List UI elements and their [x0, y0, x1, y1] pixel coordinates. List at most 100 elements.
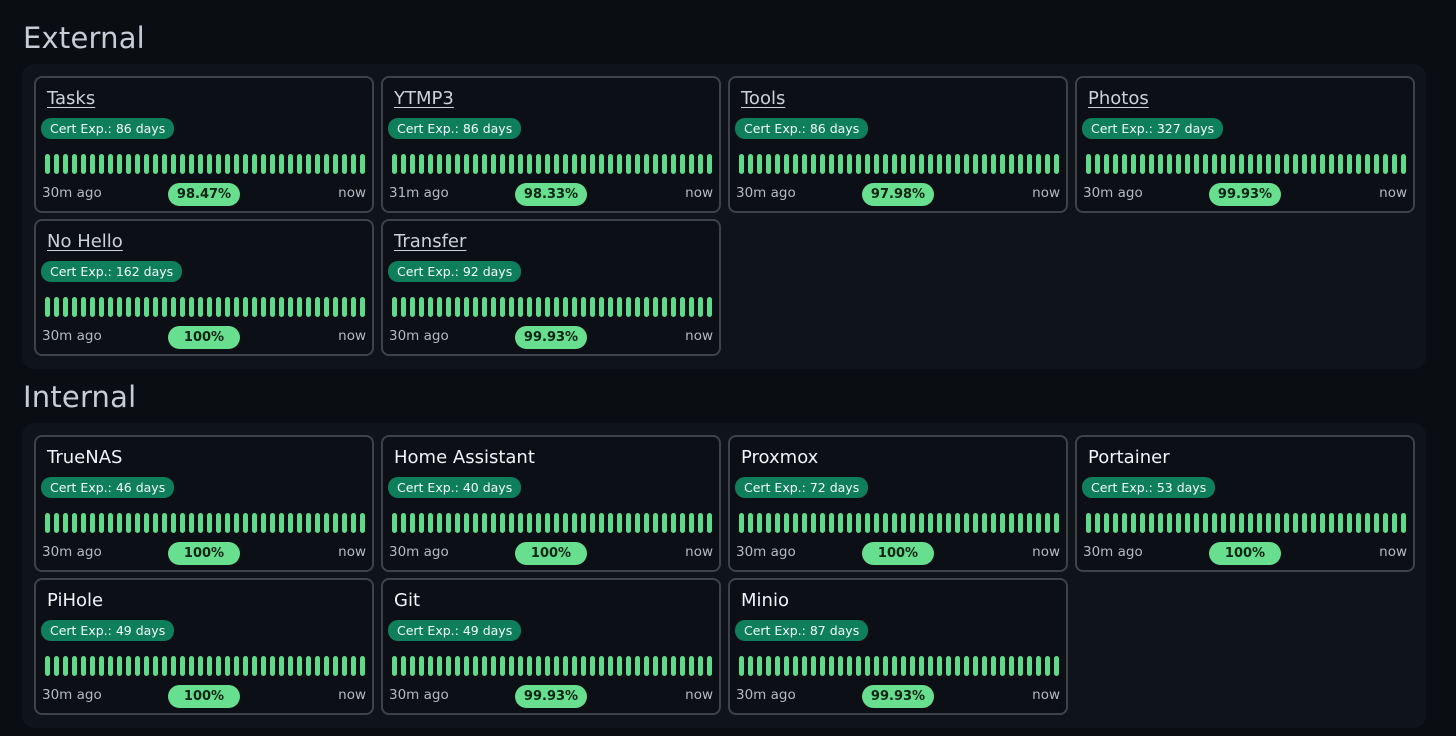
- heartbeat-bar: [198, 297, 203, 317]
- heartbeat-bar: [635, 154, 640, 174]
- heartbeat-bar: [1383, 513, 1388, 533]
- monitor-card-ytmp3[interactable]: YTMP3 Cert Exp.: 86 days 31m ago 98.33% …: [381, 76, 721, 213]
- monitor-link[interactable]: Transfer: [394, 231, 466, 252]
- monitor-card-home-assistant[interactable]: Home Assistant Cert Exp.: 40 days 30m ag…: [381, 435, 721, 572]
- heartbeat-bar: [216, 656, 221, 676]
- heartbeat-bar: [252, 656, 257, 676]
- cert-expiry-badge: Cert Exp.: 49 days: [41, 620, 175, 641]
- heartbeat-bar: [315, 656, 320, 676]
- heartbeat-bar: [54, 513, 59, 533]
- heartbeat-bar: [1045, 154, 1050, 174]
- heartbeat-bar: [1113, 154, 1118, 174]
- heartbeat-bar: [1009, 154, 1014, 174]
- heartbeat-bar: [1122, 154, 1127, 174]
- cert-expiry-badge: Cert Exp.: 86 days: [388, 118, 522, 139]
- monitor-link[interactable]: YTMP3: [394, 88, 454, 109]
- heartbeat-bar: [838, 513, 843, 533]
- heartbeat-bar: [856, 513, 861, 533]
- heartbeat-bar: [775, 154, 780, 174]
- monitor-link[interactable]: Tools: [741, 88, 785, 109]
- monitor-card-truenas[interactable]: TrueNAS Cert Exp.: 46 days 30m ago 100% …: [34, 435, 374, 572]
- heartbeat-bar: [635, 513, 640, 533]
- monitor-name: TrueNAS: [47, 447, 123, 468]
- monitor-card-photos[interactable]: Photos Cert Exp.: 327 days 30m ago 99.93…: [1075, 76, 1415, 213]
- heartbeat-bar: [874, 513, 879, 533]
- monitor-card-portainer[interactable]: Portainer Cert Exp.: 53 days 30m ago 100…: [1075, 435, 1415, 572]
- heartbeat-bar: [757, 656, 762, 676]
- heartbeat-bar: [351, 513, 356, 533]
- heartbeat-bar: [847, 656, 852, 676]
- heartbeat-bar: [464, 656, 469, 676]
- heartbeat-bar: [437, 297, 442, 317]
- heartbeat-bar: [847, 154, 852, 174]
- heartbeat-bar: [910, 154, 915, 174]
- start-time-label: 30m ago: [389, 328, 449, 344]
- heartbeat-bar: [1086, 154, 1091, 174]
- heartbeat-bar: [342, 656, 347, 676]
- heartbeat-bar: [563, 513, 568, 533]
- heartbeat-bar: [189, 656, 194, 676]
- heartbeat-bar: [883, 154, 888, 174]
- heartbeat-bar: [500, 656, 505, 676]
- uptime-percent-pill: 98.47%: [168, 183, 240, 206]
- heartbeat-bar: [1329, 513, 1334, 533]
- internal-panel: TrueNAS Cert Exp.: 46 days 30m ago 100% …: [22, 423, 1426, 728]
- heartbeat-bar: [324, 656, 329, 676]
- heartbeat-bar: [1338, 154, 1343, 174]
- heartbeat-bar: [572, 154, 577, 174]
- monitor-card-transfer[interactable]: Transfer Cert Exp.: 92 days 30m ago 99.9…: [381, 219, 721, 356]
- heartbeat-bar: [306, 297, 311, 317]
- monitor-card-minio[interactable]: Minio Cert Exp.: 87 days 30m ago 99.93% …: [728, 578, 1068, 715]
- heartbeat-bar: [189, 154, 194, 174]
- heartbeat-bar: [1212, 513, 1217, 533]
- heartbeat-bar: [279, 154, 284, 174]
- heartbeat-bar: [401, 154, 406, 174]
- heartbeat-bar: [545, 297, 550, 317]
- monitor-name: Proxmox: [741, 447, 819, 468]
- heartbeat-bar: [234, 513, 239, 533]
- heartbeat-bar: [234, 154, 239, 174]
- heartbeat-bar: [410, 154, 415, 174]
- heartbeat-bar: [964, 154, 969, 174]
- monitor-card-proxmox[interactable]: Proxmox Cert Exp.: 72 days 30m ago 100% …: [728, 435, 1068, 572]
- start-time-label: 31m ago: [389, 185, 449, 201]
- monitor-card-git[interactable]: Git Cert Exp.: 49 days 30m ago 99.93% no…: [381, 578, 721, 715]
- heartbeat-bar: [635, 656, 640, 676]
- end-time-label: now: [1379, 544, 1407, 560]
- heartbeat-bar: [455, 297, 460, 317]
- heartbeat-bar: [108, 154, 113, 174]
- monitor-card-pihole[interactable]: PiHole Cert Exp.: 49 days 30m ago 100% n…: [34, 578, 374, 715]
- heartbeat-bar: [333, 656, 338, 676]
- heartbeat-bar: [473, 656, 478, 676]
- heartbeat-bar: [135, 513, 140, 533]
- heartbeat-bar: [81, 297, 86, 317]
- heartbeat-bar: [351, 297, 356, 317]
- heartbeat-bar: [829, 656, 834, 676]
- heartbeat-bar: [243, 513, 248, 533]
- heartbeat-bar: [1284, 513, 1289, 533]
- heartbeat-bar: [1203, 513, 1208, 533]
- heartbeat-bar: [207, 154, 212, 174]
- monitor-link[interactable]: Photos: [1088, 88, 1149, 109]
- uptime-bars: [45, 513, 365, 533]
- heartbeat-bar: [653, 513, 658, 533]
- heartbeat-bar: [698, 656, 703, 676]
- heartbeat-bar: [1185, 154, 1190, 174]
- heartbeat-bar: [937, 154, 942, 174]
- heartbeat-bar: [563, 154, 568, 174]
- heartbeat-bar: [288, 297, 293, 317]
- monitor-card-tasks[interactable]: Tasks Cert Exp.: 86 days 30m ago 98.47% …: [34, 76, 374, 213]
- heartbeat-bar: [1036, 656, 1041, 676]
- monitor-card-tools[interactable]: Tools Cert Exp.: 86 days 30m ago 97.98% …: [728, 76, 1068, 213]
- monitor-link[interactable]: Tasks: [47, 88, 95, 109]
- end-time-label: now: [338, 328, 366, 344]
- monitor-link[interactable]: No Hello: [47, 231, 123, 252]
- heartbeat-bar: [838, 154, 843, 174]
- heartbeat-bar: [757, 513, 762, 533]
- uptime-percent-pill: 98.33%: [515, 183, 587, 206]
- heartbeat-bar: [766, 154, 771, 174]
- heartbeat-bar: [1347, 513, 1352, 533]
- heartbeat-bar: [1311, 513, 1316, 533]
- end-time-label: now: [1032, 687, 1060, 703]
- monitor-card-no-hello[interactable]: No Hello Cert Exp.: 162 days 30m ago 100…: [34, 219, 374, 356]
